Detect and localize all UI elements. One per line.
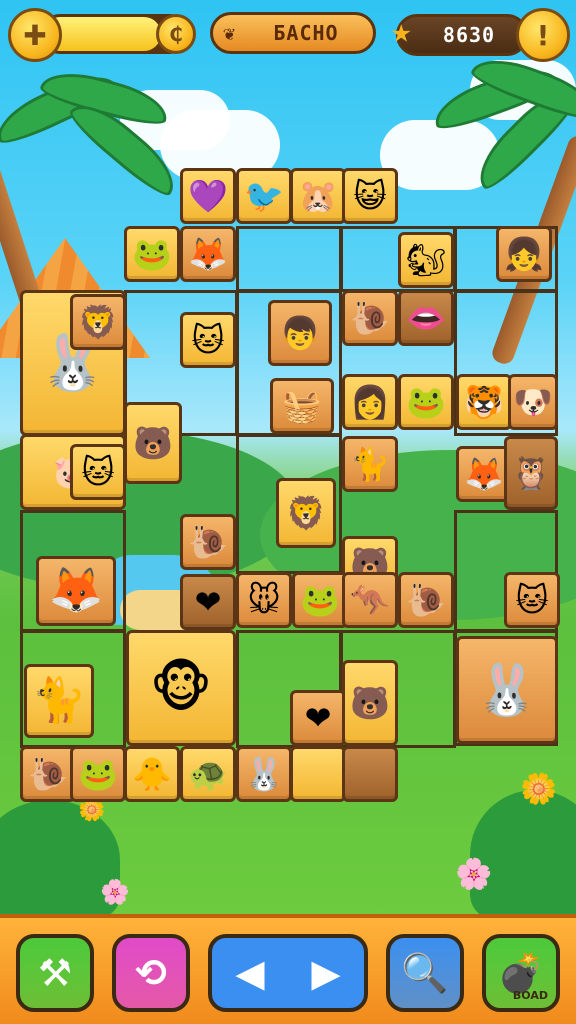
hint-button[interactable]: 🔍 [386, 934, 464, 1012]
grid-cell [236, 226, 342, 292]
frog-tile[interactable]: 🐸 [124, 226, 180, 282]
bottom-toolbar: ⚒ ⟲ ◀ ▶ 🔍 💣 BOAD [0, 914, 576, 1024]
turtle-tile[interactable]: 🐢 [180, 746, 236, 802]
black-cat-tile[interactable]: 🐈 [24, 664, 94, 738]
snail-3-tile[interactable]: 🐌 [398, 572, 454, 628]
arrow-right-icon: ▶ [311, 951, 341, 995]
snail-tile[interactable]: 🐌 [342, 290, 398, 346]
snail-2-tile[interactable]: 🐌 [180, 514, 236, 570]
hammer-icon: ⚒ [37, 951, 73, 995]
empty-tile [342, 746, 398, 802]
basket-tile[interactable]: 🧺 [270, 378, 334, 434]
owl-tile[interactable]: 🦉 [504, 436, 558, 510]
magnifier-icon: 🔍 [401, 950, 449, 995]
bird-tile[interactable]: 🐦 [236, 168, 292, 224]
lion-2-tile[interactable]: 🦁 [276, 478, 336, 548]
girl-face-tile[interactable]: 👧 [496, 226, 552, 282]
shuffle-icon: ⟲ [135, 951, 167, 995]
lion-tile[interactable]: 🦁 [70, 294, 126, 350]
purple-cat-tile[interactable]: 🐱 [504, 572, 560, 628]
next-button[interactable]: ▶ [288, 934, 364, 1012]
fox-tile[interactable]: 🦊 [180, 226, 236, 282]
board-button[interactable]: 💣 BOAD [482, 934, 560, 1012]
bear-3-tile[interactable]: 🐻 [342, 660, 398, 746]
shuffle-button[interactable]: ⟲ [112, 934, 190, 1012]
purple-bunny-tile[interactable]: 🐰 [236, 746, 292, 802]
mouse-tile[interactable]: 🐭 [236, 572, 292, 628]
cat-face-tile[interactable]: 😺 [342, 168, 398, 224]
snail-4-tile[interactable]: 🐌 [20, 746, 76, 802]
heart-2-tile[interactable]: ❤ [180, 574, 236, 630]
fox-girl-tile[interactable]: 🦊 [36, 556, 116, 626]
heart-tile[interactable]: 💜 [180, 168, 236, 224]
cat-2-tile[interactable]: 🐱 [70, 444, 126, 500]
frog-2-tile[interactable]: 🐸 [398, 374, 454, 430]
heart-3-tile[interactable]: ❤ [290, 690, 346, 746]
bear-tile[interactable]: 🐻 [124, 402, 182, 484]
hammer-button[interactable]: ⚒ [16, 934, 94, 1012]
arrow-left-icon: ◀ [235, 951, 265, 995]
boy-face-tile[interactable]: 👦 [268, 300, 332, 366]
frog-3-tile[interactable]: 🐸 [292, 572, 348, 628]
button-label: BOAD [512, 989, 548, 1002]
squirrel-tile[interactable]: 🐿 [398, 232, 454, 288]
frog-4-tile[interactable]: 🐸 [70, 746, 126, 802]
monkey-girl-tile[interactable]: 🐵 [126, 630, 236, 746]
chick-tile[interactable]: 🐥 [124, 746, 180, 802]
gray-cat-tile[interactable]: 🐱 [180, 312, 236, 368]
prev-button[interactable]: ◀ [212, 934, 288, 1012]
bunny-tile[interactable]: 🐰 [456, 636, 558, 744]
hamster-tile[interactable]: 🐹 [290, 168, 346, 224]
game-board: 💜 🐦 🐹 😺 🐸 🦊 🐿 👧 🐰 🦁 🐱 👦 🐌 👄 🐻 🧺 👩 🐸 🐯 🐶 … [0, 0, 576, 1024]
kangaroo-tile[interactable]: 🦘 [342, 572, 398, 628]
tiger-tile[interactable]: 🐯 [456, 374, 512, 430]
orange-cat-tile[interactable]: 🐈 [342, 436, 398, 492]
dog-tile[interactable]: 🐶 [508, 374, 558, 430]
girl-curly-tile[interactable]: 👩 [342, 374, 398, 430]
lips-tile[interactable]: 👄 [398, 290, 454, 346]
